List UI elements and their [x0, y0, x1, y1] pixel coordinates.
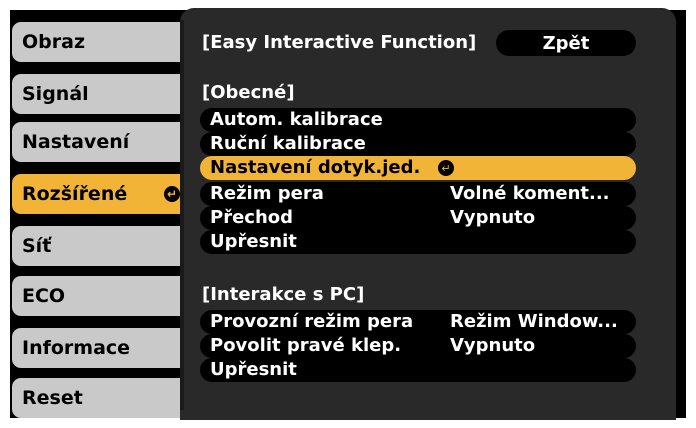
- row-label: Režim pera: [210, 183, 324, 204]
- menu-item-label: Informace: [22, 337, 131, 359]
- menu-item-label: Síť: [22, 235, 52, 257]
- page-title: [Easy Interactive Function]: [202, 32, 477, 53]
- menu-item-signal[interactable]: Signál: [12, 74, 190, 114]
- enter-icon: ↵: [438, 160, 454, 176]
- back-button-label: Zpět: [542, 32, 590, 54]
- menu-item-eco[interactable]: ECO: [12, 276, 190, 316]
- panel-divider: [180, 20, 184, 410]
- section-heading-general: [Obecné]: [202, 82, 295, 103]
- row-label: Přechod: [210, 207, 294, 228]
- menu-item-sit[interactable]: Síť: [12, 226, 190, 266]
- menu-item-rozsirene[interactable]: Rozšířené ↵: [12, 174, 190, 214]
- row-value: Režim Window...: [450, 311, 618, 332]
- row-value: Volné koment...: [450, 183, 610, 204]
- row-label: Ruční kalibrace: [210, 133, 366, 154]
- row-label: Autom. kalibrace: [210, 109, 383, 130]
- row-value: Vypnuto: [450, 335, 536, 356]
- section-heading-pc: [Interakce s PC]: [202, 284, 365, 305]
- menu-row-advanced-general[interactable]: Upřesnit: [200, 230, 636, 254]
- menu-item-label: Rozšířené: [22, 183, 128, 205]
- menu-row-auto-calibration[interactable]: Autom. kalibrace: [200, 108, 636, 132]
- menu-row-advanced-pc[interactable]: Upřesnit: [200, 358, 636, 382]
- row-label: Provozní režim pera: [210, 311, 414, 332]
- menu-row-right-click[interactable]: Povolit pravé klep. Vypnuto: [200, 334, 636, 358]
- menu-row-pen-operation-mode[interactable]: Provozní režim pera Režim Window...: [200, 310, 636, 334]
- menu-row-pen-mode[interactable]: Režim pera Volné koment...: [200, 182, 636, 206]
- menu-item-nastaveni[interactable]: Nastavení: [12, 122, 190, 162]
- menu-row-touch-unit-setup[interactable]: Nastavení dotyk.jed. ↵: [200, 156, 636, 180]
- back-button[interactable]: Zpět: [496, 30, 636, 56]
- row-label: Upřesnit: [210, 359, 297, 380]
- menu-item-label: Nastavení: [22, 131, 130, 153]
- menu-item-label: ECO: [22, 285, 66, 307]
- menu-item-label: Signál: [22, 83, 89, 105]
- enter-icon: ↵: [164, 186, 180, 202]
- row-label: Nastavení dotyk.jed.: [210, 157, 421, 178]
- row-label: Povolit pravé klep.: [210, 335, 402, 356]
- menu-item-label: Obraz: [22, 31, 86, 53]
- menu-row-manual-calibration[interactable]: Ruční kalibrace: [200, 132, 636, 156]
- row-value: Vypnuto: [450, 207, 536, 228]
- menu-item-reset[interactable]: Reset: [12, 378, 190, 418]
- menu-item-obraz[interactable]: Obraz: [12, 22, 190, 62]
- menu-item-informace[interactable]: Informace: [12, 328, 190, 368]
- row-label: Upřesnit: [210, 231, 297, 252]
- menu-item-label: Reset: [22, 387, 83, 409]
- menu-row-transition[interactable]: Přechod Vypnuto: [200, 206, 636, 230]
